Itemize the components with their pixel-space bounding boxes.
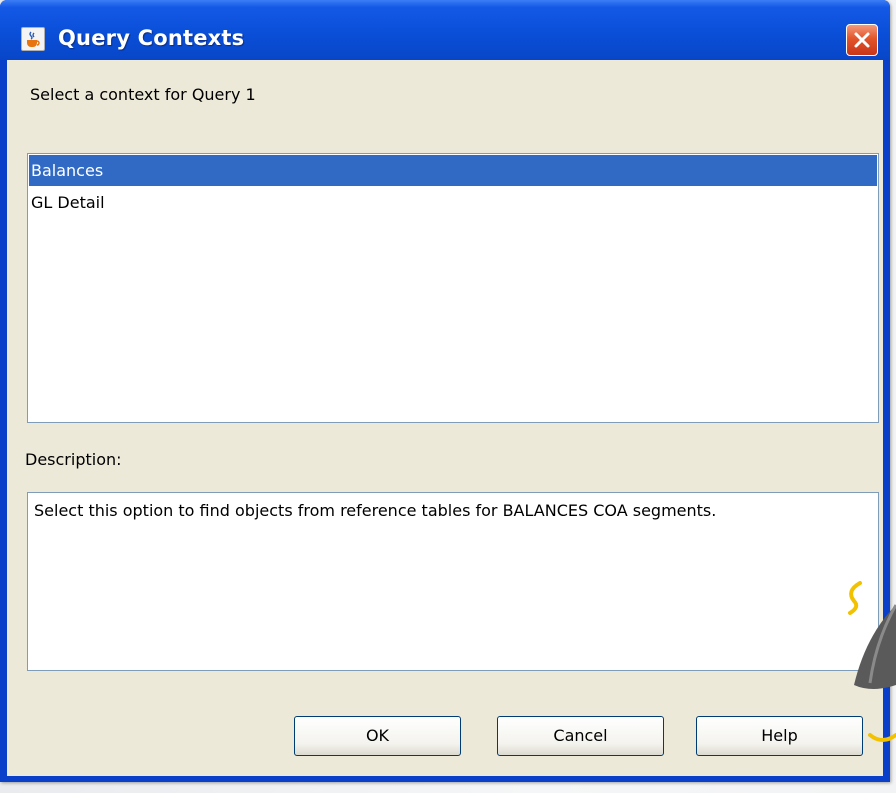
java-cup-icon (21, 27, 45, 51)
title-bar[interactable]: Query Contexts (0, 0, 890, 60)
dialog-title: Query Contexts (58, 26, 245, 50)
ok-button[interactable]: OK (294, 716, 461, 756)
close-icon (854, 32, 870, 48)
dialog-content: Select a context for Query 1 Balances GL… (7, 60, 883, 776)
description-label: Description: (25, 450, 122, 469)
context-prompt: Select a context for Query 1 (30, 85, 256, 104)
list-item-gl-detail[interactable]: GL Detail (29, 187, 877, 218)
decorative-cursor-art (848, 581, 896, 742)
cancel-button[interactable]: Cancel (497, 716, 664, 756)
description-text: Select this option to find objects from … (27, 492, 879, 671)
close-button[interactable] (846, 24, 878, 56)
list-item-balances[interactable]: Balances (29, 155, 877, 186)
query-contexts-dialog: Query Contexts Select a context for Quer… (0, 0, 890, 782)
context-list[interactable]: Balances GL Detail (27, 153, 879, 423)
